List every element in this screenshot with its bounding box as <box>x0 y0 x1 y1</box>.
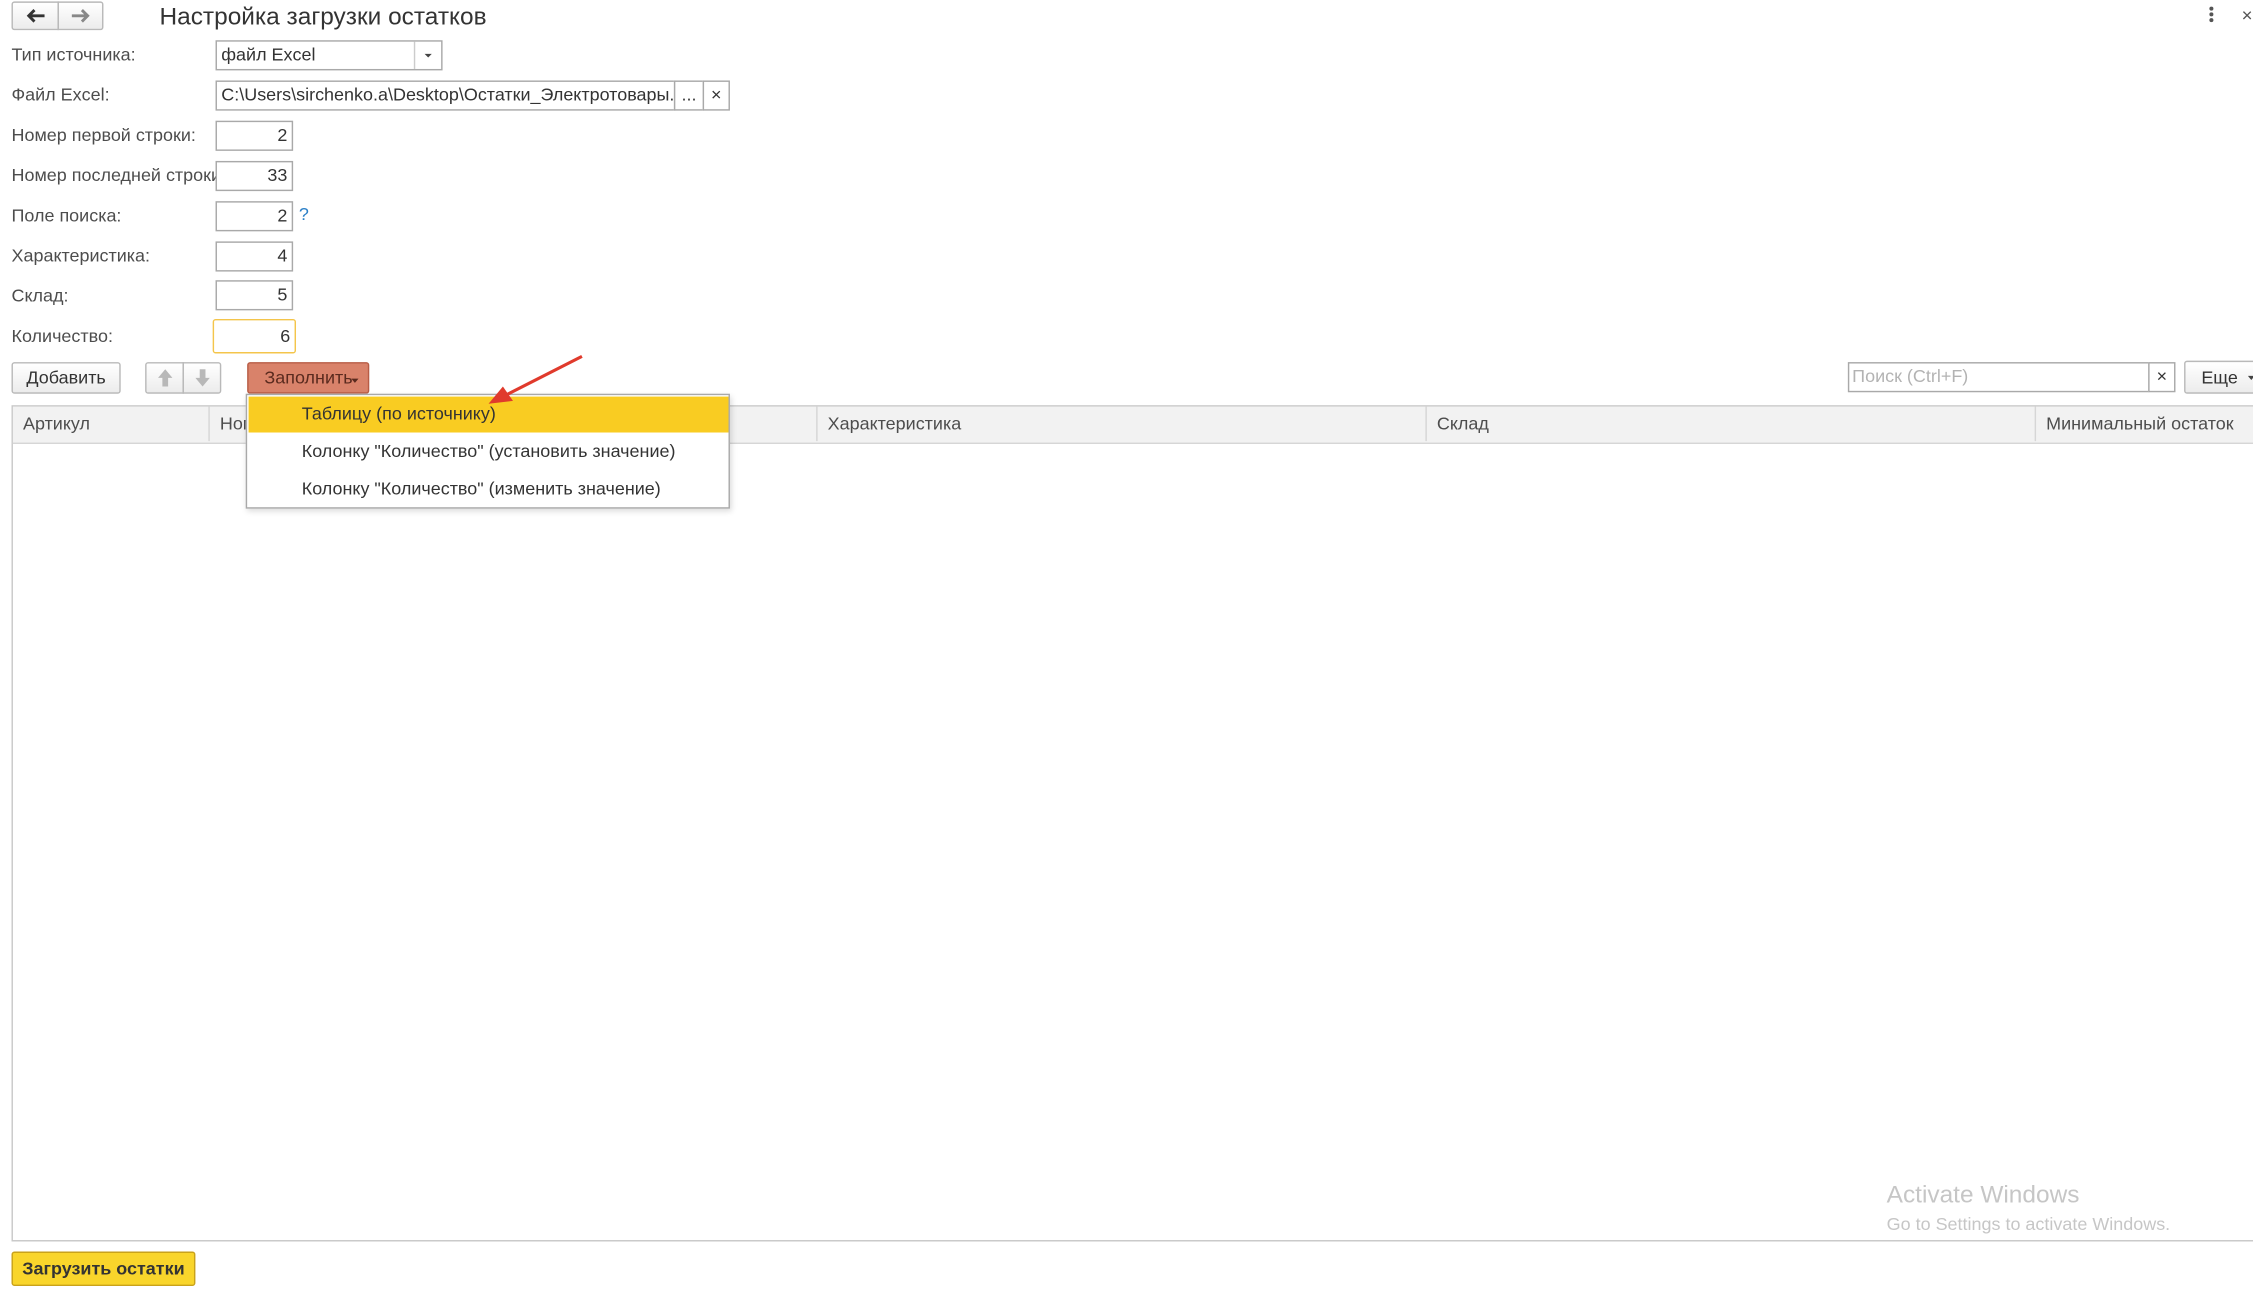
menu-item-set-quantity[interactable]: Колонку "Количество" (установить значени… <box>249 434 729 470</box>
arrow-up-icon <box>157 369 172 387</box>
arrow-right-icon <box>71 9 90 23</box>
data-table[interactable]: Артикул Ном Характеристика Склад Минимал… <box>11 405 2253 1242</box>
help-icon[interactable]: ? <box>299 204 309 224</box>
dropdown-toggle[interactable] <box>413 41 441 69</box>
column-header-article[interactable]: Артикул <box>13 406 210 442</box>
arrow-down-icon <box>194 369 210 387</box>
fill-button[interactable]: Заполнить <box>247 362 370 394</box>
clear-icon: × <box>2156 366 2168 387</box>
warehouse-input[interactable]: 5 <box>215 280 294 311</box>
activation-watermark-subtitle: Go to Settings to activate Windows. <box>1886 1214 2171 1235</box>
column-header-warehouse[interactable]: Склад <box>1427 406 2037 442</box>
search-input[interactable]: Поиск (Ctrl+F) <box>1847 362 2150 393</box>
activation-watermark-title: Activate Windows <box>1886 1181 2080 1209</box>
last-row-label: Номер последней строки: <box>11 165 227 186</box>
back-button[interactable] <box>11 1 59 31</box>
close-icon[interactable]: × <box>2242 4 2253 26</box>
first-row-label: Номер первой строки: <box>11 125 196 146</box>
arrow-left-icon <box>25 9 44 23</box>
choose-file-button[interactable]: ... <box>673 80 705 111</box>
clear-icon: × <box>711 84 722 105</box>
warehouse-label: Склад: <box>11 285 69 307</box>
quantity-label: Количество: <box>11 326 113 347</box>
more-options-icon[interactable] <box>2206 4 2217 24</box>
ellipsis-icon: ... <box>681 84 697 105</box>
page-title: Настройка загрузки остатков <box>159 2 487 31</box>
source-type-label: Тип источника: <box>11 44 136 65</box>
column-header-characteristic[interactable]: Характеристика <box>818 406 1427 442</box>
search-field-input[interactable]: 2 <box>215 201 294 232</box>
excel-file-label: Файл Excel: <box>11 84 110 105</box>
more-button[interactable]: Еще <box>2184 360 2253 394</box>
characteristic-label: Характеристика: <box>11 245 151 266</box>
more-button-label: Еще <box>2201 367 2238 388</box>
search-clear-button[interactable]: × <box>2148 362 2176 393</box>
fill-button-label: Заполнить <box>264 367 353 388</box>
load-balances-button[interactable]: Загрузить остатки <box>11 1251 196 1287</box>
column-header-min-balance[interactable]: Минимальный остаток <box>2036 407 2253 441</box>
search-placeholder: Поиск (Ctrl+F) <box>1852 366 1969 387</box>
excel-file-path: C:\Users\sirchenko.a\Desktop\Остатки_Эле… <box>221 84 706 105</box>
characteristic-input[interactable]: 4 <box>215 241 294 272</box>
add-button[interactable]: Добавить <box>11 362 121 394</box>
first-row-input[interactable]: 2 <box>215 120 294 151</box>
forward-button[interactable] <box>57 1 104 31</box>
search-field-label: Поле поиска: <box>11 205 122 226</box>
annotation-arrow-icon <box>488 354 583 404</box>
chevron-down-icon <box>424 53 432 58</box>
move-up-button[interactable] <box>145 362 184 394</box>
clear-file-button[interactable]: × <box>702 80 730 111</box>
menu-item-change-quantity[interactable]: Колонку "Количество" (изменить значение) <box>249 471 729 507</box>
source-type-value: файл Excel <box>221 44 316 65</box>
last-row-input[interactable]: 33 <box>215 160 294 192</box>
source-type-select[interactable]: файл Excel <box>215 40 443 71</box>
excel-file-field[interactable]: C:\Users\sirchenko.a\Desktop\Остатки_Эле… <box>215 80 705 111</box>
chevron-down-icon <box>351 378 359 383</box>
quantity-input[interactable]: 6 <box>212 318 297 354</box>
move-down-button[interactable] <box>182 362 222 394</box>
chevron-down-icon <box>2248 375 2253 380</box>
